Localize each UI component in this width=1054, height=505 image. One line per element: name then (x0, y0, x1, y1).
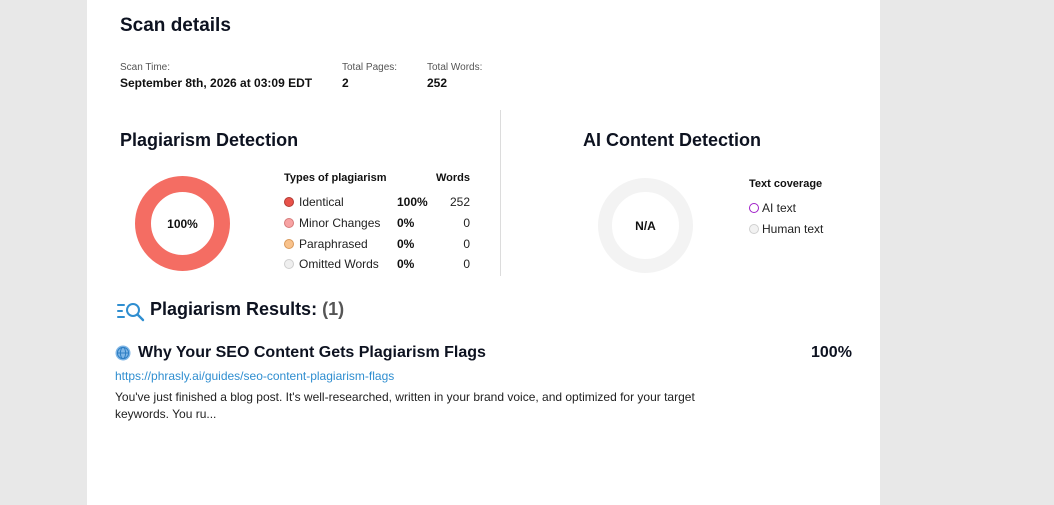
row-words: 0 (463, 216, 470, 230)
ai-text-label: AI text (762, 201, 797, 215)
plagiarism-row-paraphrased: Paraphrased 0% 0 (284, 237, 474, 253)
human-text-dot-icon (749, 224, 759, 234)
total-words-label: Total Words: (427, 62, 483, 73)
identical-dot-icon (284, 197, 294, 207)
result-score: 100% (811, 344, 852, 361)
total-pages-value: 2 (342, 76, 349, 90)
result-url-link[interactable]: https://phrasly.ai/guides/seo-content-pl… (115, 369, 394, 383)
omitted-words-dot-icon (284, 259, 294, 269)
section-divider (500, 110, 501, 276)
plagiarism-row-omitted-words: Omitted Words 0% 0 (284, 257, 474, 273)
scan-details-title: Scan details (120, 15, 231, 36)
row-words: 0 (463, 237, 470, 251)
row-label: Paraphrased (299, 237, 368, 251)
result-title[interactable]: Why Your SEO Content Gets Plagiarism Fla… (138, 344, 486, 362)
scan-time-value: September 8th, 2026 at 03:09 EDT (120, 76, 313, 90)
words-header: Words (436, 172, 471, 184)
plagiarism-row-minor-changes: Minor Changes 0% 0 (284, 216, 474, 232)
report-sheet: Scan details Scan Time: September 8th, 2… (87, 0, 880, 505)
plagiarism-donut-label: 100% (167, 216, 198, 231)
row-percent: 100% (397, 195, 428, 209)
types-of-plagiarism-header: Types of plagiarism (284, 172, 387, 184)
scan-time: Scan Time: September 8th, 2026 at 03:09 … (120, 62, 312, 90)
total-pages: Total Pages: 2 (342, 62, 397, 90)
row-percent: 0% (397, 237, 415, 251)
plagiarism-donut-chart: 100% (135, 176, 230, 271)
minor-changes-dot-icon (284, 218, 294, 228)
paraphrased-dot-icon (284, 239, 294, 249)
row-percent: 0% (397, 257, 415, 271)
row-words: 0 (463, 257, 470, 271)
ai-text-dot-icon (749, 203, 759, 213)
human-text-label: Human text (762, 222, 824, 236)
ai-content-detection-title: AI Content Detection (583, 130, 761, 150)
row-label: Omitted Words (299, 257, 379, 271)
row-label: Identical (299, 195, 344, 209)
row-percent: 0% (397, 216, 415, 230)
total-words-value: 252 (427, 76, 448, 90)
legend-human-text: Human text (749, 222, 823, 236)
ai-donut-chart: N/A (598, 178, 693, 273)
total-words: Total Words: 252 (427, 62, 482, 90)
search-results-icon (116, 300, 146, 322)
total-pages-label: Total Pages: (342, 62, 398, 73)
row-words: 252 (449, 195, 470, 209)
row-label: Minor Changes (299, 216, 381, 230)
plagiarism-detection-title: Plagiarism Detection (120, 130, 299, 150)
legend-ai-text: AI text (749, 201, 796, 215)
globe-icon (115, 345, 131, 361)
scan-time-label: Scan Time: (120, 62, 171, 73)
plagiarism-results-title: Plagiarism Results: (1) (150, 299, 344, 320)
text-coverage-title: Text coverage (749, 178, 823, 190)
ai-donut-label: N/A (635, 218, 656, 233)
results-count: (1) (322, 299, 345, 319)
result-snippet: You've just finished a blog post. It's w… (115, 390, 695, 421)
plagiarism-row-identical: Identical 100% 252 (284, 195, 474, 211)
results-title-text: Plagiarism Results: (150, 299, 318, 319)
